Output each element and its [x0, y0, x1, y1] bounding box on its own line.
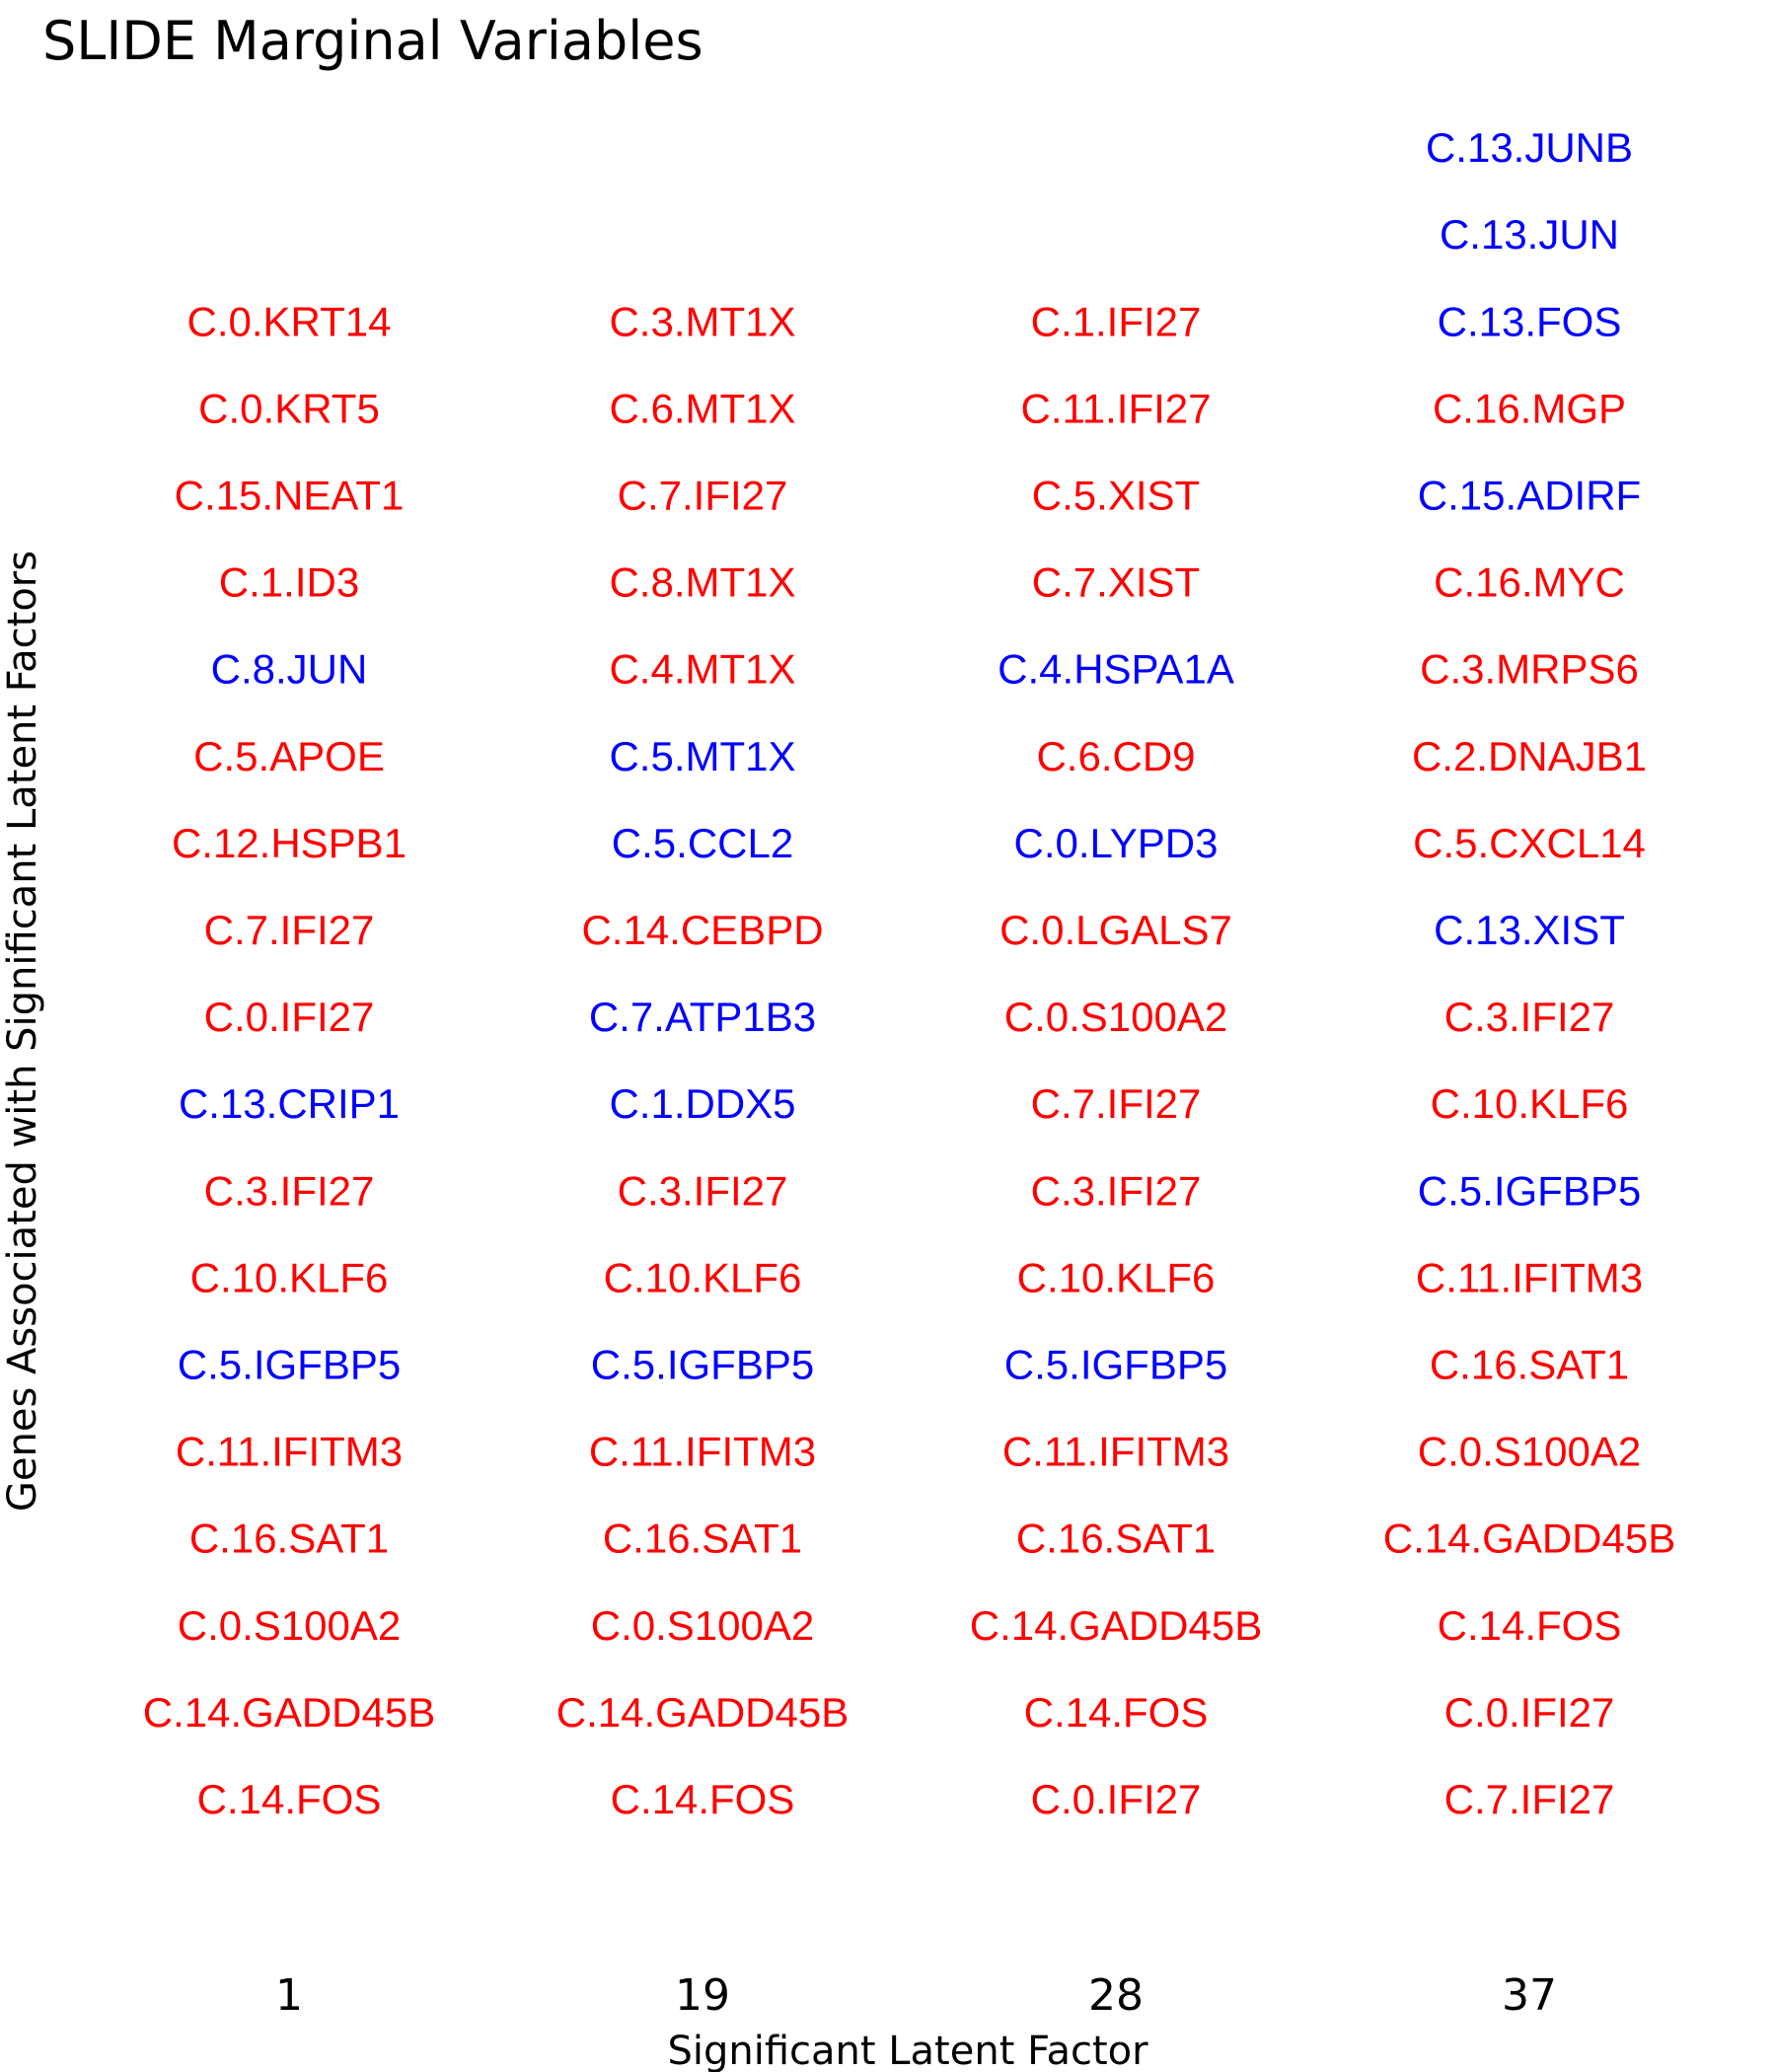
gene-label: C.1.IFI27: [1031, 298, 1202, 344]
gene-label: C.13.FOS: [1438, 298, 1622, 344]
gene-label: C.5.CCL2: [612, 820, 793, 866]
gene-label: C.0.LGALS7: [999, 907, 1232, 953]
x-tick-label: 1: [275, 1970, 303, 2021]
gene-label: C.14.CEBPD: [581, 907, 823, 953]
gene-label: C.7.IFI27: [1444, 1776, 1615, 1822]
gene-label: C.5.IGFBP5: [1004, 1342, 1227, 1388]
gene-label: C.0.S100A2: [591, 1602, 815, 1649]
gene-label: C.13.CRIP1: [179, 1080, 400, 1127]
gene-label: C.11.IFITM3: [589, 1429, 816, 1475]
x-tick-label: 37: [1502, 1970, 1557, 2021]
gene-label: C.0.IFI27: [1031, 1776, 1202, 1822]
gene-label: C.13.JUNB: [1426, 124, 1633, 171]
gene-label: C.11.IFITM3: [1416, 1254, 1643, 1300]
gene-label: C.13.XIST: [1434, 907, 1625, 953]
gene-label: C.16.SAT1: [1430, 1342, 1629, 1388]
gene-label: C.13.JUN: [1440, 211, 1619, 258]
gene-label: C.4.HSPA1A: [998, 646, 1234, 693]
gene-label: C.4.MT1X: [609, 646, 795, 693]
gene-label: C.8.JUN: [211, 646, 368, 693]
gene-label: C.10.KLF6: [604, 1254, 802, 1300]
gene-label: C.14.FOS: [197, 1776, 382, 1822]
gene-label: C.0.LYPD3: [1014, 820, 1219, 866]
gene-label: C.12.HSPB1: [172, 820, 407, 866]
gene-label: C.1.ID3: [219, 559, 359, 606]
gene-label: C.0.S100A2: [1004, 994, 1228, 1040]
x-tick-label: 28: [1088, 1970, 1144, 2021]
gene-label: C.14.GADD45B: [970, 1602, 1262, 1649]
gene-label: C.10.KLF6: [1431, 1080, 1629, 1127]
gene-label: C.3.MRPS6: [1420, 646, 1639, 693]
gene-label: C.6.CD9: [1036, 733, 1195, 779]
gene-label: C.3.IFI27: [1031, 1167, 1202, 1214]
gene-label: C.14.GADD45B: [1383, 1516, 1675, 1562]
gene-label: C.5.XIST: [1032, 473, 1200, 519]
gene-label: C.14.FOS: [1438, 1602, 1622, 1649]
gene-label: C.6.MT1X: [609, 385, 795, 431]
gene-label: C.14.GADD45B: [143, 1689, 435, 1736]
gene-label: C.16.SAT1: [603, 1516, 802, 1562]
y-axis-title: Genes Associated with Significant Latent…: [0, 551, 45, 1512]
gene-label: C.3.IFI27: [1444, 994, 1615, 1040]
gene-label: C.0.IFI27: [1444, 1689, 1615, 1736]
gene-label: C.16.MYC: [1434, 559, 1625, 606]
chart-title: SLIDE Marginal Variables: [42, 10, 703, 72]
gene-label: C.14.FOS: [611, 1776, 795, 1822]
gene-label: C.10.KLF6: [190, 1254, 389, 1300]
gene-label: C.0.S100A2: [178, 1602, 402, 1649]
gene-label: C.14.FOS: [1024, 1689, 1209, 1736]
gene-label: C.15.ADIRF: [1418, 473, 1641, 519]
gene-label: C.16.MGP: [1433, 385, 1626, 431]
gene-label: C.5.IGFBP5: [1418, 1167, 1641, 1214]
gene-label: C.5.CXCL14: [1413, 820, 1646, 866]
gene-label: C.7.IFI27: [618, 473, 788, 519]
gene-label: C.11.IFITM3: [1002, 1429, 1229, 1475]
gene-label: C.3.IFI27: [204, 1167, 375, 1214]
gene-label: C.10.KLF6: [1017, 1254, 1216, 1300]
gene-label: C.14.GADD45B: [556, 1689, 849, 1736]
x-tick-label: 19: [675, 1970, 730, 2021]
gene-label: C.3.IFI27: [618, 1167, 788, 1214]
gene-label: C.5.APOE: [193, 733, 385, 779]
gene-label: C.2.DNAJB1: [1412, 733, 1647, 779]
gene-label: C.0.KRT14: [187, 298, 392, 344]
gene-label: C.7.ATP1B3: [589, 994, 816, 1040]
gene-label: C.7.IFI27: [1031, 1080, 1202, 1127]
gene-label: C.8.MT1X: [609, 559, 795, 606]
gene-label: C.11.IFI27: [1021, 385, 1212, 431]
gene-label: C.11.IFITM3: [176, 1429, 403, 1475]
gene-label: C.7.XIST: [1032, 559, 1200, 606]
gene-label: C.7.IFI27: [204, 907, 375, 953]
gene-label: C.0.S100A2: [1418, 1429, 1642, 1475]
gene-label: C.0.KRT5: [198, 385, 380, 431]
gene-label: C.1.DDX5: [609, 1080, 795, 1127]
x-axis-title: Significant Latent Factor: [667, 2029, 1148, 2072]
gene-label: C.5.IGFBP5: [591, 1342, 814, 1388]
gene-label: C.5.IGFBP5: [178, 1342, 401, 1388]
gene-label: C.16.SAT1: [189, 1516, 389, 1562]
gene-label: C.3.MT1X: [609, 298, 795, 344]
gene-label: C.0.IFI27: [204, 994, 375, 1040]
gene-label: C.16.SAT1: [1016, 1516, 1216, 1562]
gene-label: C.5.MT1X: [609, 733, 795, 779]
chart: SLIDE Marginal Variables Significant Lat…: [0, 0, 1776, 2072]
gene-label: C.15.NEAT1: [175, 473, 405, 519]
